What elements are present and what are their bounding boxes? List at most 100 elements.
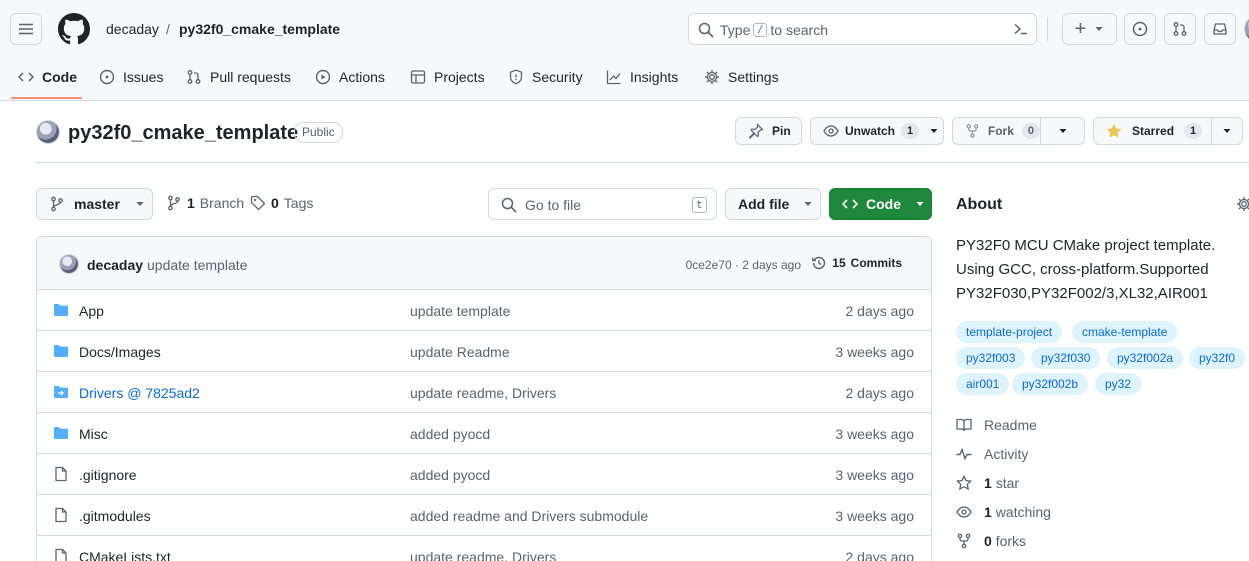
- folder-icon: [54, 427, 68, 439]
- hamburger-menu-button[interactable]: [10, 13, 42, 45]
- file-row[interactable]: .gitignore added pyocd 3 weeks ago: [37, 454, 931, 495]
- triangle-down-icon: [804, 202, 812, 206]
- stars-count: 1: [984, 475, 992, 491]
- gear-icon[interactable]: [1236, 196, 1249, 212]
- breadcrumb-repo[interactable]: py32f0_cmake_template: [179, 20, 340, 38]
- star-icon: [956, 475, 972, 491]
- pull-requests-header-button[interactable]: [1164, 13, 1196, 45]
- commit-hash-time[interactable]: 0ce2e70 · 2 days ago: [686, 257, 801, 273]
- file-name[interactable]: App: [79, 302, 104, 320]
- tab-actions-label: Actions: [339, 69, 385, 85]
- file-commit-message[interactable]: added pyocd: [410, 425, 490, 443]
- pin-button[interactable]: Pin: [735, 117, 802, 145]
- tags-link[interactable]: 0 Tags: [250, 195, 313, 211]
- file-commit-message[interactable]: update Readme: [410, 343, 510, 361]
- user-avatar[interactable]: [1244, 15, 1249, 43]
- file-commit-message[interactable]: update template: [410, 302, 510, 320]
- code-button[interactable]: Code: [829, 188, 932, 220]
- topic-tag[interactable]: py32f003: [956, 347, 1026, 369]
- graph-icon: [606, 70, 621, 85]
- file-row[interactable]: .gitmodules added readme and Drivers sub…: [37, 495, 931, 536]
- topic-tag[interactable]: py32f030: [1031, 347, 1101, 369]
- topic-tag[interactable]: py32f0: [1189, 347, 1246, 369]
- file-commit-message[interactable]: update readme, Drivers: [410, 548, 556, 561]
- inbox-button[interactable]: [1204, 13, 1236, 45]
- git-pull-request-icon: [187, 70, 201, 84]
- code-button-label: Code: [866, 196, 901, 212]
- starred-button[interactable]: Starred 1: [1093, 117, 1212, 145]
- watching-link[interactable]: 1 watching: [956, 503, 1051, 521]
- triangle-down-icon: [1223, 129, 1231, 133]
- tab-insights[interactable]: Insights: [606, 60, 678, 94]
- file-row[interactable]: Drivers @ 7825ad2 update readme, Drivers…: [37, 372, 931, 413]
- branch-selector-button[interactable]: master: [36, 188, 153, 220]
- file-row[interactable]: CMakeLists.txt update readme, Drivers 2 …: [37, 536, 931, 561]
- file-row[interactable]: Misc added pyocd 3 weeks ago: [37, 413, 931, 454]
- file-name[interactable]: CMakeLists.txt: [79, 548, 171, 561]
- github-logo-icon[interactable]: [58, 13, 90, 45]
- visibility-badge: Public: [294, 122, 343, 143]
- git-branch-icon: [51, 196, 63, 212]
- tab-settings[interactable]: Settings: [704, 60, 779, 94]
- file-icon: [55, 507, 67, 523]
- file-name[interactable]: .gitignore: [79, 466, 137, 484]
- star-list-dropdown-button[interactable]: [1211, 117, 1243, 145]
- tab-code[interactable]: Code: [18, 60, 77, 94]
- file-name[interactable]: Docs/Images: [79, 343, 161, 361]
- file-date: 3 weeks ago: [835, 508, 914, 524]
- go-to-file-shortcut: t: [692, 197, 707, 213]
- repo-owner-avatar[interactable]: [36, 120, 60, 144]
- star-count: 1: [1184, 123, 1203, 139]
- fork-dropdown-button[interactable]: [1040, 117, 1085, 145]
- global-search-input[interactable]: Type / to search: [688, 13, 1037, 45]
- pulse-icon: [956, 447, 972, 461]
- file-row[interactable]: App update template 2 days ago: [37, 290, 931, 331]
- commit-message[interactable]: update template: [147, 256, 247, 274]
- unwatch-button[interactable]: Unwatch 1: [810, 117, 944, 145]
- book-icon: [956, 418, 972, 432]
- file-name[interactable]: Misc: [79, 425, 108, 443]
- file-commit-message[interactable]: added pyocd: [410, 466, 490, 484]
- three-bars-icon: [19, 23, 33, 35]
- tab-insights-label: Insights: [630, 69, 679, 85]
- activity-link[interactable]: Activity: [956, 445, 1028, 463]
- topic-tag[interactable]: template-project: [956, 321, 1063, 343]
- topic-tag[interactable]: air001: [956, 373, 1010, 395]
- create-new-button[interactable]: +: [1062, 13, 1117, 45]
- go-to-file-input[interactable]: Go to file t: [488, 188, 717, 220]
- tab-actions[interactable]: Actions: [315, 60, 385, 94]
- forks-label: forks: [995, 533, 1027, 549]
- commits-link[interactable]: 15 Commits: [811, 255, 902, 271]
- issues-header-button[interactable]: [1124, 13, 1156, 45]
- command-palette-button[interactable]: [1005, 13, 1037, 45]
- branches-link[interactable]: 1 Branch: [166, 195, 244, 211]
- folder-icon: [54, 304, 68, 316]
- search-placeholder-suffix: to search: [770, 22, 828, 38]
- topic-tag[interactable]: py32: [1095, 373, 1142, 395]
- commit-author-avatar[interactable]: [59, 254, 79, 274]
- file-commit-message[interactable]: update readme, Drivers: [410, 384, 556, 402]
- topic-tag[interactable]: py32f002a: [1107, 347, 1184, 369]
- search-icon: [501, 197, 517, 213]
- issue-opened-icon: [99, 69, 115, 85]
- topic-tag[interactable]: py32f002b: [1012, 373, 1089, 395]
- tab-security[interactable]: Security: [508, 60, 583, 94]
- file-name[interactable]: .gitmodules: [79, 507, 151, 525]
- file-row[interactable]: Docs/Images update Readme 3 weeks ago: [37, 331, 931, 372]
- file-name[interactable]: Drivers @ 7825ad2: [79, 384, 200, 402]
- tab-pull-requests[interactable]: Pull requests: [186, 60, 291, 94]
- tab-security-label: Security: [532, 69, 583, 85]
- file-commit-message[interactable]: added readme and Drivers submodule: [410, 507, 648, 525]
- add-file-button[interactable]: Add file: [725, 188, 821, 220]
- stars-link[interactable]: 1 star: [956, 474, 1019, 492]
- search-icon: [698, 22, 714, 38]
- repo-name[interactable]: py32f0_cmake_template: [68, 120, 298, 146]
- commit-author[interactable]: decaday: [87, 256, 143, 274]
- tab-projects[interactable]: Projects: [410, 60, 485, 94]
- breadcrumb-owner[interactable]: decaday: [106, 20, 159, 38]
- fork-button[interactable]: Fork 0: [952, 117, 1041, 145]
- tab-issues[interactable]: Issues: [99, 60, 163, 94]
- topic-tag[interactable]: cmake-template: [1072, 321, 1178, 343]
- readme-link[interactable]: Readme: [956, 416, 1037, 434]
- forks-link[interactable]: 0 forks: [956, 532, 1026, 550]
